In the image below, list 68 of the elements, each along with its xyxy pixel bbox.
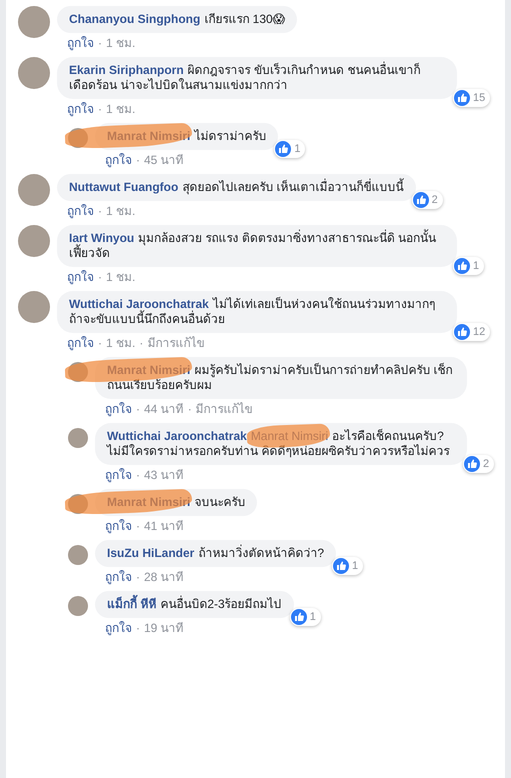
like-link[interactable]: ถูกใจ <box>67 36 94 50</box>
thumbs-up-icon <box>275 141 292 157</box>
separator-dot: · <box>136 621 140 635</box>
comment-text: แม็กกี้ หีหี คนอื่นบิด2-3ร้อยมีถมไป <box>107 597 282 611</box>
thumbs-up-icon <box>333 558 350 574</box>
avatar[interactable] <box>18 291 50 323</box>
separator-dot: · <box>136 153 140 167</box>
comment-text: IsuZu HiLander ถ้าหมาวิ่งตัดหน้าคิดว่า? <box>107 546 324 560</box>
avatar[interactable] <box>68 596 88 616</box>
like-link[interactable]: ถูกใจ <box>105 468 132 482</box>
author-name[interactable]: Wuttichai Jaroonchatrak <box>69 297 209 311</box>
author-name[interactable]: แม็กกี้ หีหี <box>107 597 156 611</box>
comment-time: 1 ชม. <box>106 36 136 50</box>
like-link[interactable]: ถูกใจ <box>67 102 94 116</box>
edited-label: มีการแก้ไข <box>147 336 204 350</box>
like-link[interactable]: ถูกใจ <box>67 336 94 350</box>
avatar[interactable] <box>18 57 50 89</box>
author-name[interactable]: Nuttawut Fuangfoo <box>69 180 178 194</box>
like-link[interactable]: ถูกใจ <box>105 519 132 533</box>
avatar[interactable] <box>18 174 50 206</box>
comment-text: Ekarin Siriphanporn ผิดกฎจราจร ขับเร็วเกินกำหนด ชนคนอื่นเขาก็เดือดร้อน น่าจะไปบิดในสนามแข่งมากกว่า <box>69 63 420 92</box>
thumbs-up-icon <box>412 192 429 208</box>
separator-dot: · <box>136 570 140 584</box>
comment-time: 1 ชม. <box>106 102 136 116</box>
like-link[interactable]: ถูกใจ <box>105 621 132 635</box>
separator-dot: · <box>98 204 102 218</box>
comment-time: 19 นาที <box>144 621 184 635</box>
separator-dot: · <box>136 468 140 482</box>
thumbs-up-icon <box>454 324 470 340</box>
separator-dot: · <box>136 402 140 416</box>
thumbs-up-icon <box>290 609 307 625</box>
like-link[interactable]: ถูกใจ <box>67 270 94 284</box>
like-link[interactable]: ถูกใจ <box>67 204 94 218</box>
comment-time: 41 นาที <box>144 519 184 533</box>
comment-text: Chananyou Singphong เกียรแรก 130😱 <box>69 12 286 26</box>
comment-time: 28 นาที <box>144 570 184 584</box>
thumbs-up-icon <box>454 90 470 106</box>
author-name[interactable]: Iart Winyou <box>69 231 134 245</box>
separator-dot: · <box>136 519 140 533</box>
separator-dot: · <box>98 336 102 350</box>
avatar[interactable] <box>18 6 50 38</box>
like-link[interactable]: ถูกใจ <box>105 402 132 416</box>
comment-time: 44 นาที <box>144 402 184 416</box>
like-link[interactable]: ถูกใจ <box>105 570 132 584</box>
like-link[interactable]: ถูกใจ <box>105 153 132 167</box>
comment-time: 1 ชม. <box>106 270 136 284</box>
avatar[interactable] <box>68 428 88 448</box>
separator-dot: · <box>98 36 102 50</box>
comment-time: 43 นาที <box>144 468 184 482</box>
author-name[interactable]: IsuZu HiLander <box>107 546 194 560</box>
comment-text: Nuttawut Fuangfoo สุดยอดไปเลยครับ เห็นเตาเมื่อวานก็ขี่แบบนี้ <box>69 180 404 194</box>
separator-dot: · <box>98 102 102 116</box>
author-name[interactable]: Chananyou Singphong <box>69 12 200 26</box>
separator-dot: · <box>188 402 192 416</box>
avatar[interactable] <box>68 545 88 565</box>
separator-dot: · <box>98 270 102 284</box>
thumbs-up-icon <box>464 456 480 472</box>
thumbs-up-icon <box>454 258 470 274</box>
comment-time: 45 นาที <box>144 153 184 167</box>
avatar[interactable] <box>18 225 50 257</box>
comment-time: 1 ชม. <box>106 204 136 218</box>
comment-text: Iart Winyou มุมกล้องสวย รถแรง ติดตรงมาซิ่งทางสาธารณะนี่ดิ นอกนั้นเฟี้ยวจัด <box>69 231 436 260</box>
edited-label: มีการแก้ไข <box>196 402 253 416</box>
author-name[interactable]: Ekarin Siriphanporn <box>69 63 184 77</box>
comment-text: Wuttichai Jaroonchatrak ไม่ได้เท่เลยเป็นห่วงคนใช้ถนนร่วมทางมากๆ ถ้าจะขับแบบนี้นึกถึงคนอื่นด้วย <box>69 297 435 326</box>
comment-time: 1 ชม. <box>106 336 136 350</box>
separator-dot: · <box>139 336 144 350</box>
author-name[interactable]: Wuttichai Jaroonchatrak <box>107 429 247 443</box>
